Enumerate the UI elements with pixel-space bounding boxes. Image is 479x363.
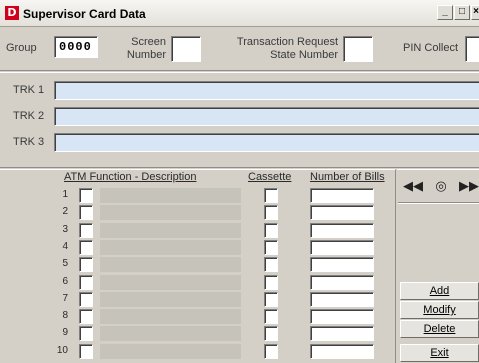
track-panel: TRK 1 TRK 2 TRK 3 (0, 72, 479, 168)
function-description (100, 275, 241, 290)
number-of-bills-field[interactable] (310, 257, 374, 272)
col-header-cassette: Cassette (248, 171, 292, 183)
cassette-checkbox[interactable] (264, 309, 278, 324)
cassette-checkbox[interactable] (264, 257, 278, 272)
window-title: Supervisor Card Data (23, 7, 146, 21)
function-description (100, 257, 241, 272)
row-number: 6 (62, 276, 68, 287)
delete-mnemonic: Delete (423, 323, 456, 335)
trk2-field[interactable] (54, 107, 479, 126)
group-label: Group (6, 42, 37, 54)
minimize-button[interactable]: _ (437, 5, 453, 20)
trk2-label: TRK 2 (13, 110, 45, 122)
number-of-bills-field[interactable] (310, 188, 374, 203)
row-number: 5 (62, 258, 68, 269)
function-checkbox[interactable] (79, 188, 93, 203)
maximize-button[interactable]: □ (454, 5, 470, 20)
function-checkbox[interactable] (79, 223, 93, 238)
number-of-bills-field[interactable] (310, 240, 374, 255)
cassette-checkbox[interactable] (264, 292, 278, 307)
function-description (100, 240, 241, 255)
txn-label-line1: Transaction Request (236, 36, 338, 48)
pin-collect-label: PIN Collect (403, 42, 459, 54)
close-button[interactable]: × (471, 5, 479, 20)
number-of-bills-field[interactable] (310, 326, 374, 341)
function-description (100, 223, 241, 238)
pin-collect-field[interactable] (465, 36, 479, 62)
number-of-bills-field[interactable] (310, 309, 374, 324)
cassette-checkbox[interactable] (264, 205, 278, 220)
function-checkbox[interactable] (79, 240, 93, 255)
cassette-checkbox[interactable] (264, 240, 278, 255)
trk3-field[interactable] (54, 133, 479, 152)
cassette-checkbox[interactable] (264, 188, 278, 203)
delete-button[interactable]: Delete (400, 320, 479, 338)
row-number: 2 (62, 206, 68, 217)
screen-label-line2: Number (126, 49, 166, 61)
function-checkbox[interactable] (79, 205, 93, 220)
nav-divider (398, 202, 479, 203)
col-header-bills: Number of Bills (310, 171, 385, 183)
number-of-bills-field[interactable] (310, 275, 374, 290)
center-record-icon[interactable]: ◎ (429, 175, 453, 197)
function-description (100, 344, 241, 359)
function-description (100, 326, 241, 341)
cassette-checkbox[interactable] (264, 223, 278, 238)
modify-button[interactable]: Modify (400, 301, 479, 319)
header-panel: Group 0000 Screen Number Transaction Req… (0, 27, 479, 71)
number-of-bills-field[interactable] (310, 344, 374, 359)
trk1-field[interactable] (54, 81, 479, 100)
number-of-bills-field[interactable] (310, 223, 374, 238)
row-number: 4 (62, 241, 68, 252)
function-checkbox[interactable] (79, 344, 93, 359)
function-checkbox[interactable] (79, 257, 93, 272)
add-button[interactable]: Add (400, 282, 479, 300)
cassette-checkbox[interactable] (264, 344, 278, 359)
number-of-bills-field[interactable] (310, 292, 374, 307)
add-mnemonic: Add (429, 285, 450, 297)
cassette-checkbox[interactable] (264, 275, 278, 290)
previous-record-icon[interactable]: ◀◀ (401, 175, 425, 197)
app-icon: D (5, 6, 19, 20)
function-description (100, 309, 241, 324)
function-checkbox[interactable] (79, 309, 93, 324)
row-number: 9 (62, 327, 68, 338)
next-record-icon[interactable]: ▶▶ (457, 175, 479, 197)
screen-label-line1: Screen (131, 36, 166, 48)
row-number: 7 (62, 293, 68, 304)
row-number: 3 (62, 224, 68, 235)
exit-button[interactable]: Exit (400, 344, 479, 362)
trk1-label: TRK 1 (13, 84, 45, 96)
function-checkbox[interactable] (79, 275, 93, 290)
row-number: 8 (62, 310, 68, 321)
txn-state-number-field[interactable] (343, 36, 373, 62)
title-bar[interactable]: D Supervisor Card Data _ □ × (0, 0, 479, 27)
row-number: 1 (62, 189, 68, 200)
row-number: 10 (56, 345, 68, 356)
function-checkbox[interactable] (79, 292, 93, 307)
modify-mnemonic: Modify (423, 304, 456, 316)
function-checkbox[interactable] (79, 326, 93, 341)
screen-number-field[interactable] (171, 36, 201, 62)
exit-mnemonic: Exit (430, 347, 449, 359)
number-of-bills-field[interactable] (310, 205, 374, 220)
function-description (100, 205, 241, 220)
cassette-checkbox[interactable] (264, 326, 278, 341)
txn-label-line2: State Number (270, 49, 338, 61)
function-description (100, 292, 241, 307)
col-header-function: ATM Function - Description (64, 171, 197, 183)
group-field[interactable]: 0000 (54, 36, 98, 58)
function-description (100, 188, 241, 203)
trk3-label: TRK 3 (13, 136, 45, 148)
